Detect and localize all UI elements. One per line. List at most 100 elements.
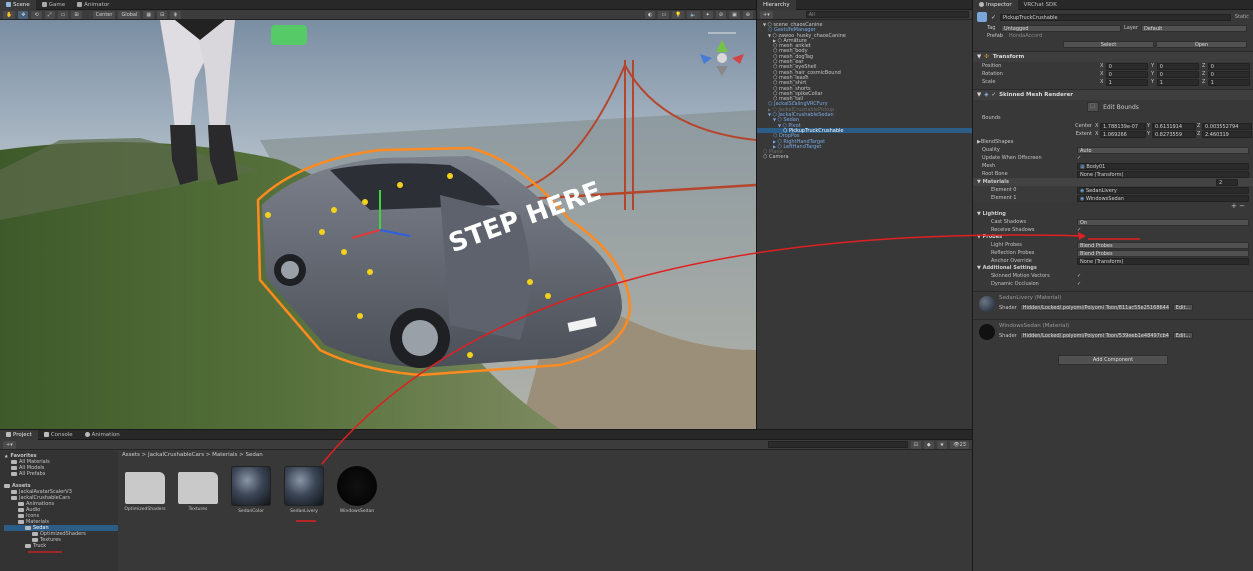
global-dropdown[interactable]: Global — [118, 10, 141, 19]
tab-game[interactable]: Game — [36, 0, 71, 10]
light-probes-row: Light Probes Blend Probes — [973, 241, 1253, 249]
center-x-field[interactable]: 1.788139e-07 — [1100, 122, 1146, 130]
transform-y-field[interactable]: 1 — [1156, 78, 1199, 86]
create-button[interactable]: +▾ — [760, 10, 773, 19]
blendshapes-row[interactable]: ▶ BlendShapes — [973, 138, 1253, 146]
move-tool-button[interactable]: ✥ — [18, 10, 29, 19]
folder-icon — [32, 537, 38, 542]
hierarchy-item[interactable]: ⬡ Camera — [757, 154, 972, 160]
hand-tool-button[interactable]: ✋ — [3, 10, 16, 19]
shader-dropdown[interactable]: Hidden/Locked/.poiyomi/Poiyomi Toon/539e… — [1019, 332, 1170, 339]
center-z-field[interactable]: 0.003552794 — [1202, 122, 1252, 130]
shader-dropdown[interactable]: Hidden/Locked/.poiyomi/Poiyomi Toon/811a… — [1019, 304, 1170, 311]
transform-x-field[interactable]: 0 — [1105, 70, 1148, 78]
filter-type-button[interactable]: ⊡ — [910, 440, 921, 449]
favorite-button[interactable]: ★ — [936, 440, 948, 449]
light-probes-dropdown[interactable]: Blend Probes — [1077, 241, 1249, 249]
project-create-button[interactable]: +▾ — [3, 440, 16, 449]
transform-z-field[interactable]: 0 — [1207, 70, 1250, 78]
project-tree-item[interactable]: Truck — [4, 543, 118, 549]
quality-dropdown[interactable]: Auto — [1077, 146, 1249, 154]
tab-animation[interactable]: Animation — [79, 430, 126, 440]
add-component-button[interactable]: Add Component — [1058, 355, 1168, 365]
update-offscreen-checkbox[interactable]: ✓ — [1077, 155, 1081, 161]
camera-button[interactable]: ▣ — [729, 10, 740, 19]
tab-project[interactable]: Project — [0, 430, 38, 440]
transform-z-field[interactable]: 0 — [1207, 62, 1250, 70]
tag-dropdown[interactable]: Untagged — [1001, 24, 1121, 32]
audio-button[interactable]: 🔈 — [687, 10, 700, 19]
lighting-button[interactable]: 💡 — [672, 10, 685, 19]
transform-header[interactable]: ▼ ✣ Transform — [973, 51, 1253, 62]
transform-y-field[interactable]: 0 — [1156, 70, 1199, 78]
object-name-field[interactable]: PickupTruckCrushable — [1000, 13, 1231, 21]
tab-vrchat-sdk[interactable]: VRChat SDK — [1018, 0, 1063, 10]
extent-z-field[interactable]: 2.460319 — [1202, 130, 1252, 138]
tab-animator[interactable]: Animator — [71, 0, 115, 10]
filter-label-button[interactable]: ◆ — [923, 440, 934, 449]
tab-inspector[interactable]: Inspector — [973, 0, 1018, 10]
materials-row[interactable]: ▼ Materials 2 — [973, 178, 1253, 186]
scene-viewport[interactable]: STEP HERE — [0, 20, 756, 429]
transform-z-field[interactable]: 1 — [1207, 78, 1250, 86]
prefab-open-button[interactable]: Open — [1156, 41, 1247, 48]
anchor-override-field[interactable]: None (Transform) — [1077, 257, 1249, 265]
effects-button[interactable]: ✦ — [702, 10, 713, 19]
draw-mode-button[interactable]: ◐ — [645, 10, 656, 19]
receive-shadows-checkbox[interactable]: ✓ — [1077, 227, 1081, 233]
snap-button[interactable]: ⊟ — [157, 10, 168, 19]
extent-y-field[interactable]: 0.8273559 — [1152, 130, 1196, 138]
layer-dropdown[interactable]: Default — [1140, 24, 1247, 32]
hidden-button[interactable]: ⊘ — [715, 10, 727, 19]
transform-tool-button[interactable]: ⊞ — [71, 10, 82, 19]
project-search-input[interactable] — [767, 441, 908, 448]
asset-folder[interactable]: Textures — [175, 466, 221, 512]
active-checkbox[interactable]: ✓ — [991, 14, 996, 21]
material-element-row[interactable]: Element 1 ◉ WindowsSedan — [973, 194, 1253, 202]
asset-material[interactable]: SedanLivery — [281, 466, 327, 514]
hidden-count-button[interactable]: 👁23 — [950, 440, 969, 449]
transform-x-field[interactable]: 0 — [1105, 62, 1148, 70]
hierarchy-search-input[interactable]: All — [805, 11, 969, 18]
prefab-select-button[interactable]: Select — [1063, 41, 1154, 48]
transform-y-field[interactable]: 0 — [1156, 62, 1199, 70]
project-panel: Project Console Animation +▾ ⊡ ◆ ★ 👁23 ★… — [0, 430, 972, 571]
probes-header[interactable]: ▼ Probes — [973, 234, 1253, 241]
asset-dark[interactable]: WindowsSedan — [334, 466, 380, 514]
smr-header[interactable]: ▼ ◈ ✓ Skinned Mesh Renderer — [973, 89, 1253, 100]
material-elements: Element 0 ◉ SedanLivery Element 1 ◉ Windows… — [973, 186, 1253, 202]
add-element-button[interactable]: + — [1231, 202, 1237, 210]
extent-x-field[interactable]: 1.069266 — [1100, 130, 1146, 138]
cast-shadows-dropdown[interactable]: On — [1077, 218, 1249, 226]
transform-x-field[interactable]: 1 — [1105, 78, 1148, 86]
shader-edit-button[interactable]: Edit... — [1172, 332, 1194, 339]
tab-scene[interactable]: Scene — [0, 0, 36, 10]
gizmos-button[interactable]: ⊕ — [742, 10, 753, 19]
2d-button[interactable]: ▭ — [658, 10, 670, 19]
edit-bounds-icon[interactable]: ⬚ — [1087, 102, 1100, 112]
dynamic-occlusion-checkbox[interactable]: ✓ — [1077, 281, 1081, 287]
shader-edit-button[interactable]: Edit... — [1172, 304, 1194, 311]
scale-tool-button[interactable]: ⤢ — [44, 10, 55, 19]
material-element-field[interactable]: ◉ WindowsSedan — [1077, 194, 1249, 202]
asset-folder[interactable]: OptimizedShaders — [122, 466, 168, 512]
increment-button[interactable]: ⋕ — [170, 10, 181, 19]
mesh-field[interactable]: ▦ Body01 — [1077, 162, 1249, 170]
tab-console[interactable]: Console — [38, 430, 79, 440]
rotate-tool-button[interactable]: ⟲ — [31, 10, 42, 19]
rect-tool-button[interactable]: ▭ — [57, 10, 69, 19]
pivot-center-dropdown[interactable]: Center — [92, 10, 116, 19]
material-element-field[interactable]: ◉ SedanLivery — [1077, 186, 1249, 194]
lighting-header[interactable]: ▼ Lighting — [973, 211, 1253, 218]
grid-button[interactable]: ▦ — [143, 10, 155, 19]
reflection-probes-dropdown[interactable]: Blend Probes — [1077, 249, 1249, 257]
additional-settings-header[interactable]: ▼ Additional Settings — [973, 265, 1253, 272]
root-bone-field[interactable]: None (Transform) — [1077, 170, 1249, 178]
material-element-row[interactable]: Element 0 ◉ SedanLivery — [973, 186, 1253, 194]
tab-hierarchy[interactable]: Hierarchy — [757, 0, 796, 10]
center-y-field[interactable]: 0.6131914 — [1152, 122, 1196, 130]
motion-vectors-checkbox[interactable]: ✓ — [1077, 273, 1081, 279]
materials-count-field[interactable]: 2 — [1216, 178, 1238, 186]
remove-element-button[interactable]: − — [1239, 202, 1245, 210]
asset-material[interactable]: SedanColor — [228, 466, 274, 514]
